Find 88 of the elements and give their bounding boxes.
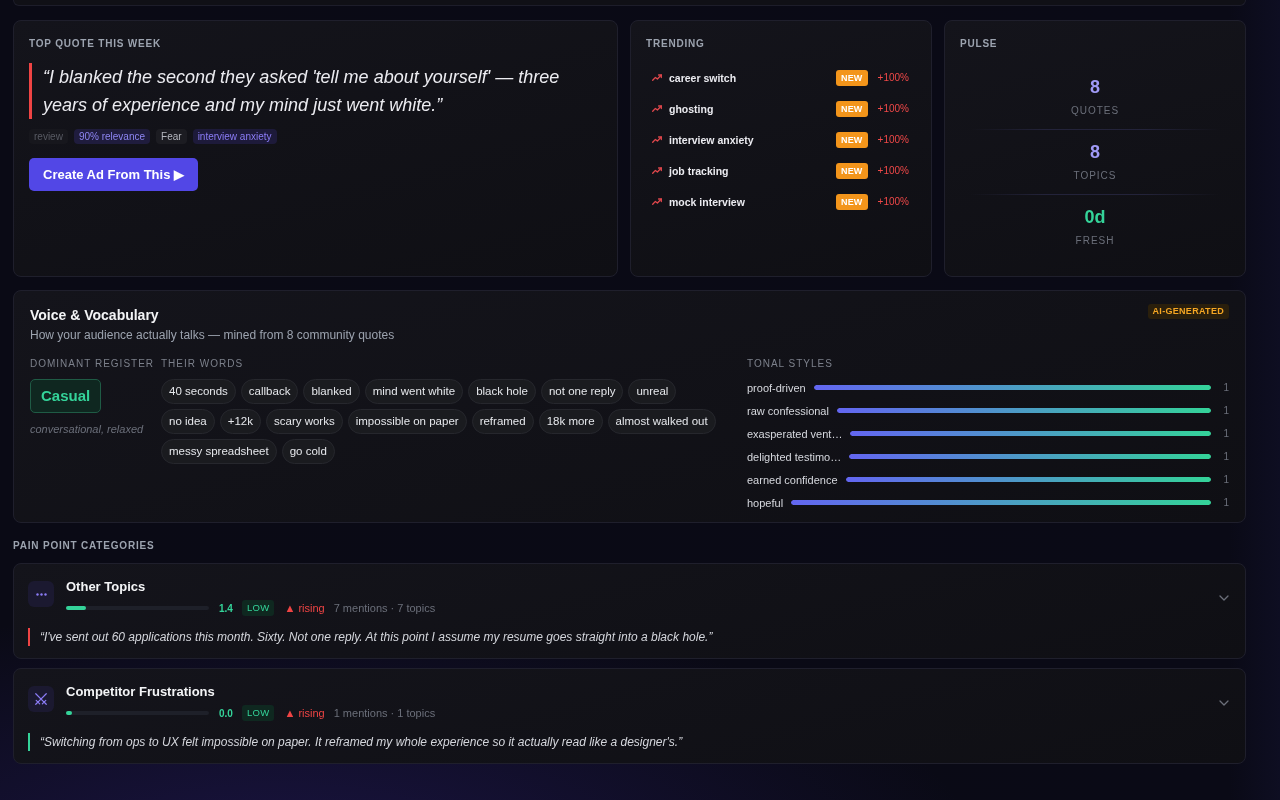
word-chip: 18k more	[538, 409, 603, 434]
topic-label: career switch	[669, 71, 737, 84]
tone-label: proof-driven	[747, 381, 806, 394]
section-heading: PULSE	[960, 38, 998, 50]
change-percent: +100%	[877, 134, 909, 145]
word-chip: 40 seconds	[161, 379, 236, 404]
change-percent: +100%	[877, 165, 909, 176]
tone-label: hopeful	[747, 496, 784, 509]
new-badge: NEW	[835, 131, 868, 148]
word-chip: go cold	[281, 439, 335, 464]
word-chip: +12k	[219, 409, 261, 434]
category-title: Competitor Frustrations	[66, 684, 215, 699]
tone-count: 1	[1223, 428, 1229, 439]
tag: 90% relevance	[73, 129, 151, 144]
column-heading: TONAL STYLES	[747, 358, 833, 370]
tone-label: delighted testimo…	[747, 450, 842, 463]
column-heading: DOMINANT REGISTER	[30, 358, 155, 370]
word-chip: not one reply	[540, 379, 624, 404]
stat-label: FRESH	[1075, 234, 1115, 248]
ai-generated-badge: AI-GENERATED	[1147, 304, 1229, 319]
tag: Fear	[156, 129, 187, 144]
tone-label: earned confidence	[747, 473, 838, 486]
tone-count: 1	[1223, 382, 1229, 393]
tone-count: 1	[1223, 474, 1229, 485]
new-badge: NEW	[835, 162, 868, 179]
severity-badge: LOW	[241, 705, 275, 721]
tone-count: 1	[1223, 497, 1229, 508]
tone-label: exasperated vent…	[747, 427, 843, 440]
crossed-swords-icon	[28, 686, 54, 712]
chevron-down-icon[interactable]	[1219, 594, 1229, 601]
card-title: Voice & Vocabulary	[30, 306, 159, 324]
word-chip: messy spreadsheet	[161, 439, 277, 464]
word-chip: scary works	[266, 409, 343, 434]
word-chip: blanked	[303, 379, 360, 404]
category-title: Other Topics	[66, 579, 146, 594]
score-value: 0.0	[219, 707, 233, 719]
tag: interview anxiety	[192, 129, 277, 144]
trend-up-icon	[652, 105, 662, 112]
topic-label: job tracking	[669, 164, 729, 177]
stat-label: TOPICS	[1073, 169, 1117, 183]
stat-value: 0d	[1084, 206, 1106, 228]
stat-value: 8	[1090, 141, 1100, 163]
tone-label: raw confessional	[747, 404, 829, 417]
card-subtitle: How your audience actually talks — mined from 8 community quotes	[30, 327, 395, 343]
new-badge: NEW	[835, 193, 868, 210]
change-percent: +100%	[877, 72, 909, 83]
trend-text: ▲ rising	[284, 602, 325, 614]
register-badge: Casual	[30, 379, 102, 413]
create-ad-button[interactable]: Create Ad From This ▶	[29, 158, 198, 191]
quote-text: “I blanked the second they asked 'tell me about yourself' — three years of experience and my mind just went white.”	[29, 63, 602, 119]
word-chip: almost walked out	[607, 409, 716, 434]
topic-label: mock interview	[669, 195, 745, 208]
chevron-down-icon[interactable]	[1219, 699, 1229, 706]
stat-label: QUOTES	[1070, 104, 1120, 118]
mention-stats: 1 mentions · 1 topics	[333, 707, 436, 719]
dots-icon	[28, 581, 54, 607]
word-chip: callback	[240, 379, 299, 404]
tag: review	[29, 129, 68, 144]
quote-text: “Switching from ops to UX felt impossible on paper. It reframed my whole experience so it actually read like a designer's.”	[28, 733, 683, 751]
section-heading: TRENDING	[646, 38, 705, 50]
trend-up-icon	[652, 167, 662, 174]
new-badge: NEW	[835, 100, 868, 117]
trend-up-icon	[652, 136, 662, 143]
topic-label: ghosting	[669, 102, 714, 115]
word-chip: impossible on paper	[347, 409, 467, 434]
word-chip: mind went white	[364, 379, 464, 404]
severity-badge: LOW	[241, 600, 275, 616]
topic-label: interview anxiety	[669, 133, 754, 146]
column-heading: THEIR WORDS	[161, 358, 244, 370]
score-value: 1.4	[219, 602, 233, 614]
stat-value: 8	[1090, 76, 1100, 98]
tone-count: 1	[1223, 451, 1229, 462]
quote-text: “I've sent out 60 applications this month. Sixty. Not one reply. At this point I assume my resume goes straight into a black hole.”	[28, 628, 713, 646]
trend-text: ▲ rising	[284, 707, 325, 719]
word-chip: unreal	[628, 379, 677, 404]
section-heading: PAIN POINT CATEGORIES	[13, 540, 155, 552]
trend-up-icon	[652, 198, 662, 205]
change-percent: +100%	[877, 196, 909, 207]
word-chip: black hole	[468, 379, 536, 404]
mention-stats: 7 mentions · 7 topics	[333, 602, 436, 614]
word-chip: reframed	[471, 409, 534, 434]
new-badge: NEW	[835, 69, 868, 86]
register-note: conversational, relaxed	[30, 422, 144, 436]
trend-up-icon	[652, 74, 662, 81]
word-chip: no idea	[161, 409, 215, 434]
section-heading: TOP QUOTE THIS WEEK	[29, 38, 162, 50]
tone-count: 1	[1223, 405, 1229, 416]
change-percent: +100%	[877, 103, 909, 114]
